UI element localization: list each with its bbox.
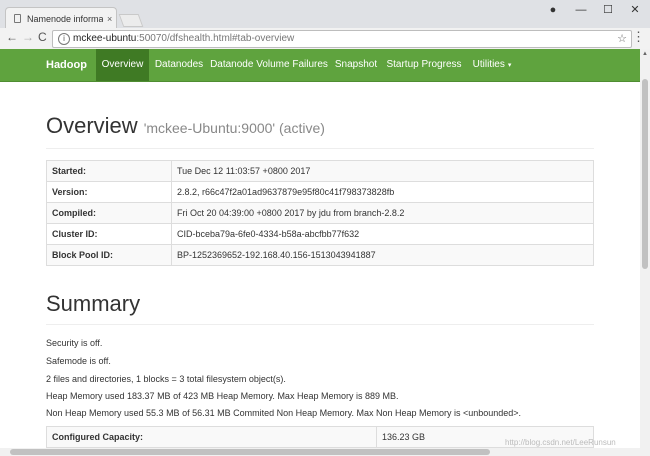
account-icon[interactable]: ● bbox=[543, 2, 563, 18]
nav-overview[interactable]: Overview bbox=[96, 49, 149, 81]
table-row: Cluster ID: CID-bceba79a-6fe0-4334-b58a-a… bbox=[46, 223, 594, 245]
row-key: Cluster ID: bbox=[46, 223, 172, 245]
bookmark-star-icon[interactable]: ☆ bbox=[617, 31, 627, 47]
navbar-brand[interactable]: Hadoop bbox=[46, 49, 87, 81]
row-value: Fri Oct 20 04:39:00 +0800 2017 by jdu fr… bbox=[171, 202, 594, 224]
row-key: Compiled: bbox=[46, 202, 172, 224]
overview-title: Overview bbox=[46, 113, 138, 138]
scrollbar-thumb[interactable] bbox=[10, 449, 490, 455]
url-host: mckee-ubuntu bbox=[73, 33, 137, 44]
summary-line-heap: Heap Memory used 183.37 MB of 423 MB Hea… bbox=[46, 391, 399, 401]
table-row: Started: Tue Dec 12 11:03:57 +0800 2017 bbox=[46, 160, 594, 182]
row-value: 2.8.2, r66c47f2a01ad9637879e95f80c41f798… bbox=[171, 181, 594, 203]
row-value: Tue Dec 12 11:03:57 +0800 2017 bbox=[171, 160, 594, 182]
document-icon bbox=[14, 14, 21, 23]
overview-heading: Overview 'mckee-Ubuntu:9000' (active) bbox=[46, 113, 325, 139]
nav-datanodes[interactable]: Datanodes bbox=[149, 49, 209, 81]
back-icon[interactable]: ← bbox=[6, 30, 18, 44]
table-row: Compiled: Fri Oct 20 04:39:00 +0800 2017 … bbox=[46, 202, 594, 224]
section-divider bbox=[46, 148, 594, 149]
chevron-down-icon: ▾ bbox=[507, 62, 512, 69]
url-path: :50070/dfshealth.html#tab-overview bbox=[136, 33, 295, 44]
browser-toolbar: ← → C i mckee-ubuntu:50070/dfshealth.htm… bbox=[0, 28, 650, 50]
new-tab-button[interactable] bbox=[118, 14, 144, 27]
url-text: mckee-ubuntu:50070/dfshealth.html#tab-ov… bbox=[73, 31, 294, 47]
summary-line-objects: 2 files and directories, 1 blocks = 3 to… bbox=[46, 374, 286, 384]
row-key: Configured Capacity: bbox=[46, 426, 377, 448]
row-value: BP-1252369652-192.168.40.156-15130439418… bbox=[171, 244, 594, 266]
tab-close-icon[interactable]: × bbox=[107, 14, 112, 24]
minimize-icon[interactable]: — bbox=[571, 2, 591, 18]
summary-heading: Summary bbox=[46, 291, 141, 316]
row-key: Started: bbox=[46, 160, 172, 182]
row-key: Block Pool ID: bbox=[46, 244, 172, 266]
nav-datanode-volume-failures[interactable]: Datanode Volume Failures bbox=[209, 49, 329, 81]
browser-menu-icon[interactable]: ⋮ bbox=[632, 29, 645, 45]
reload-icon[interactable]: C bbox=[38, 30, 47, 44]
nav-utilities[interactable]: Utilities ▾ bbox=[466, 49, 518, 81]
summary-line-security: Security is off. bbox=[46, 338, 103, 348]
nav-utilities-label: Utilities bbox=[472, 59, 505, 70]
summary-line-safemode: Safemode is off. bbox=[46, 356, 111, 366]
row-value: CID-bceba79a-6fe0-4334-b58a-abcfbb77f632 bbox=[171, 223, 594, 245]
browser-tab[interactable]: Namenode information × bbox=[5, 7, 117, 29]
nav-snapshot[interactable]: Snapshot bbox=[329, 49, 383, 81]
maximize-icon[interactable]: ☐ bbox=[598, 2, 618, 18]
overview-table: Started: Tue Dec 12 11:03:57 +0800 2017 V… bbox=[46, 160, 594, 266]
tab-title: Namenode information bbox=[27, 13, 103, 24]
info-icon[interactable]: i bbox=[58, 33, 70, 45]
row-key: Version: bbox=[46, 181, 172, 203]
nav-startup-progress[interactable]: Startup Progress bbox=[383, 49, 465, 81]
vertical-scrollbar[interactable]: ▲ bbox=[640, 49, 650, 448]
section-divider bbox=[46, 324, 594, 325]
scrollbar-thumb[interactable] bbox=[642, 79, 648, 269]
table-row: Version: 2.8.2, r66c47f2a01ad9637879e95f8… bbox=[46, 181, 594, 203]
browser-tab-strip: Namenode information × ● — ☐ ✕ bbox=[0, 0, 650, 29]
address-bar[interactable]: i mckee-ubuntu:50070/dfshealth.html#tab-… bbox=[52, 30, 632, 48]
close-window-icon[interactable]: ✕ bbox=[625, 2, 645, 18]
hadoop-navbar: Hadoop Overview Datanodes Datanode Volum… bbox=[0, 49, 640, 82]
summary-line-nonheap: Non Heap Memory used 55.3 MB of 56.31 MB… bbox=[46, 408, 522, 418]
horizontal-scrollbar[interactable] bbox=[0, 448, 650, 456]
table-row: Block Pool ID: BP-1252369652-192.168.40.1… bbox=[46, 244, 594, 266]
overview-subtitle: 'mckee-Ubuntu:9000' (active) bbox=[143, 120, 325, 136]
forward-icon[interactable]: → bbox=[22, 30, 34, 44]
watermark-text: http://blog.csdn.net/LeeRunsun bbox=[505, 438, 616, 447]
scroll-up-icon[interactable]: ▲ bbox=[642, 51, 648, 57]
